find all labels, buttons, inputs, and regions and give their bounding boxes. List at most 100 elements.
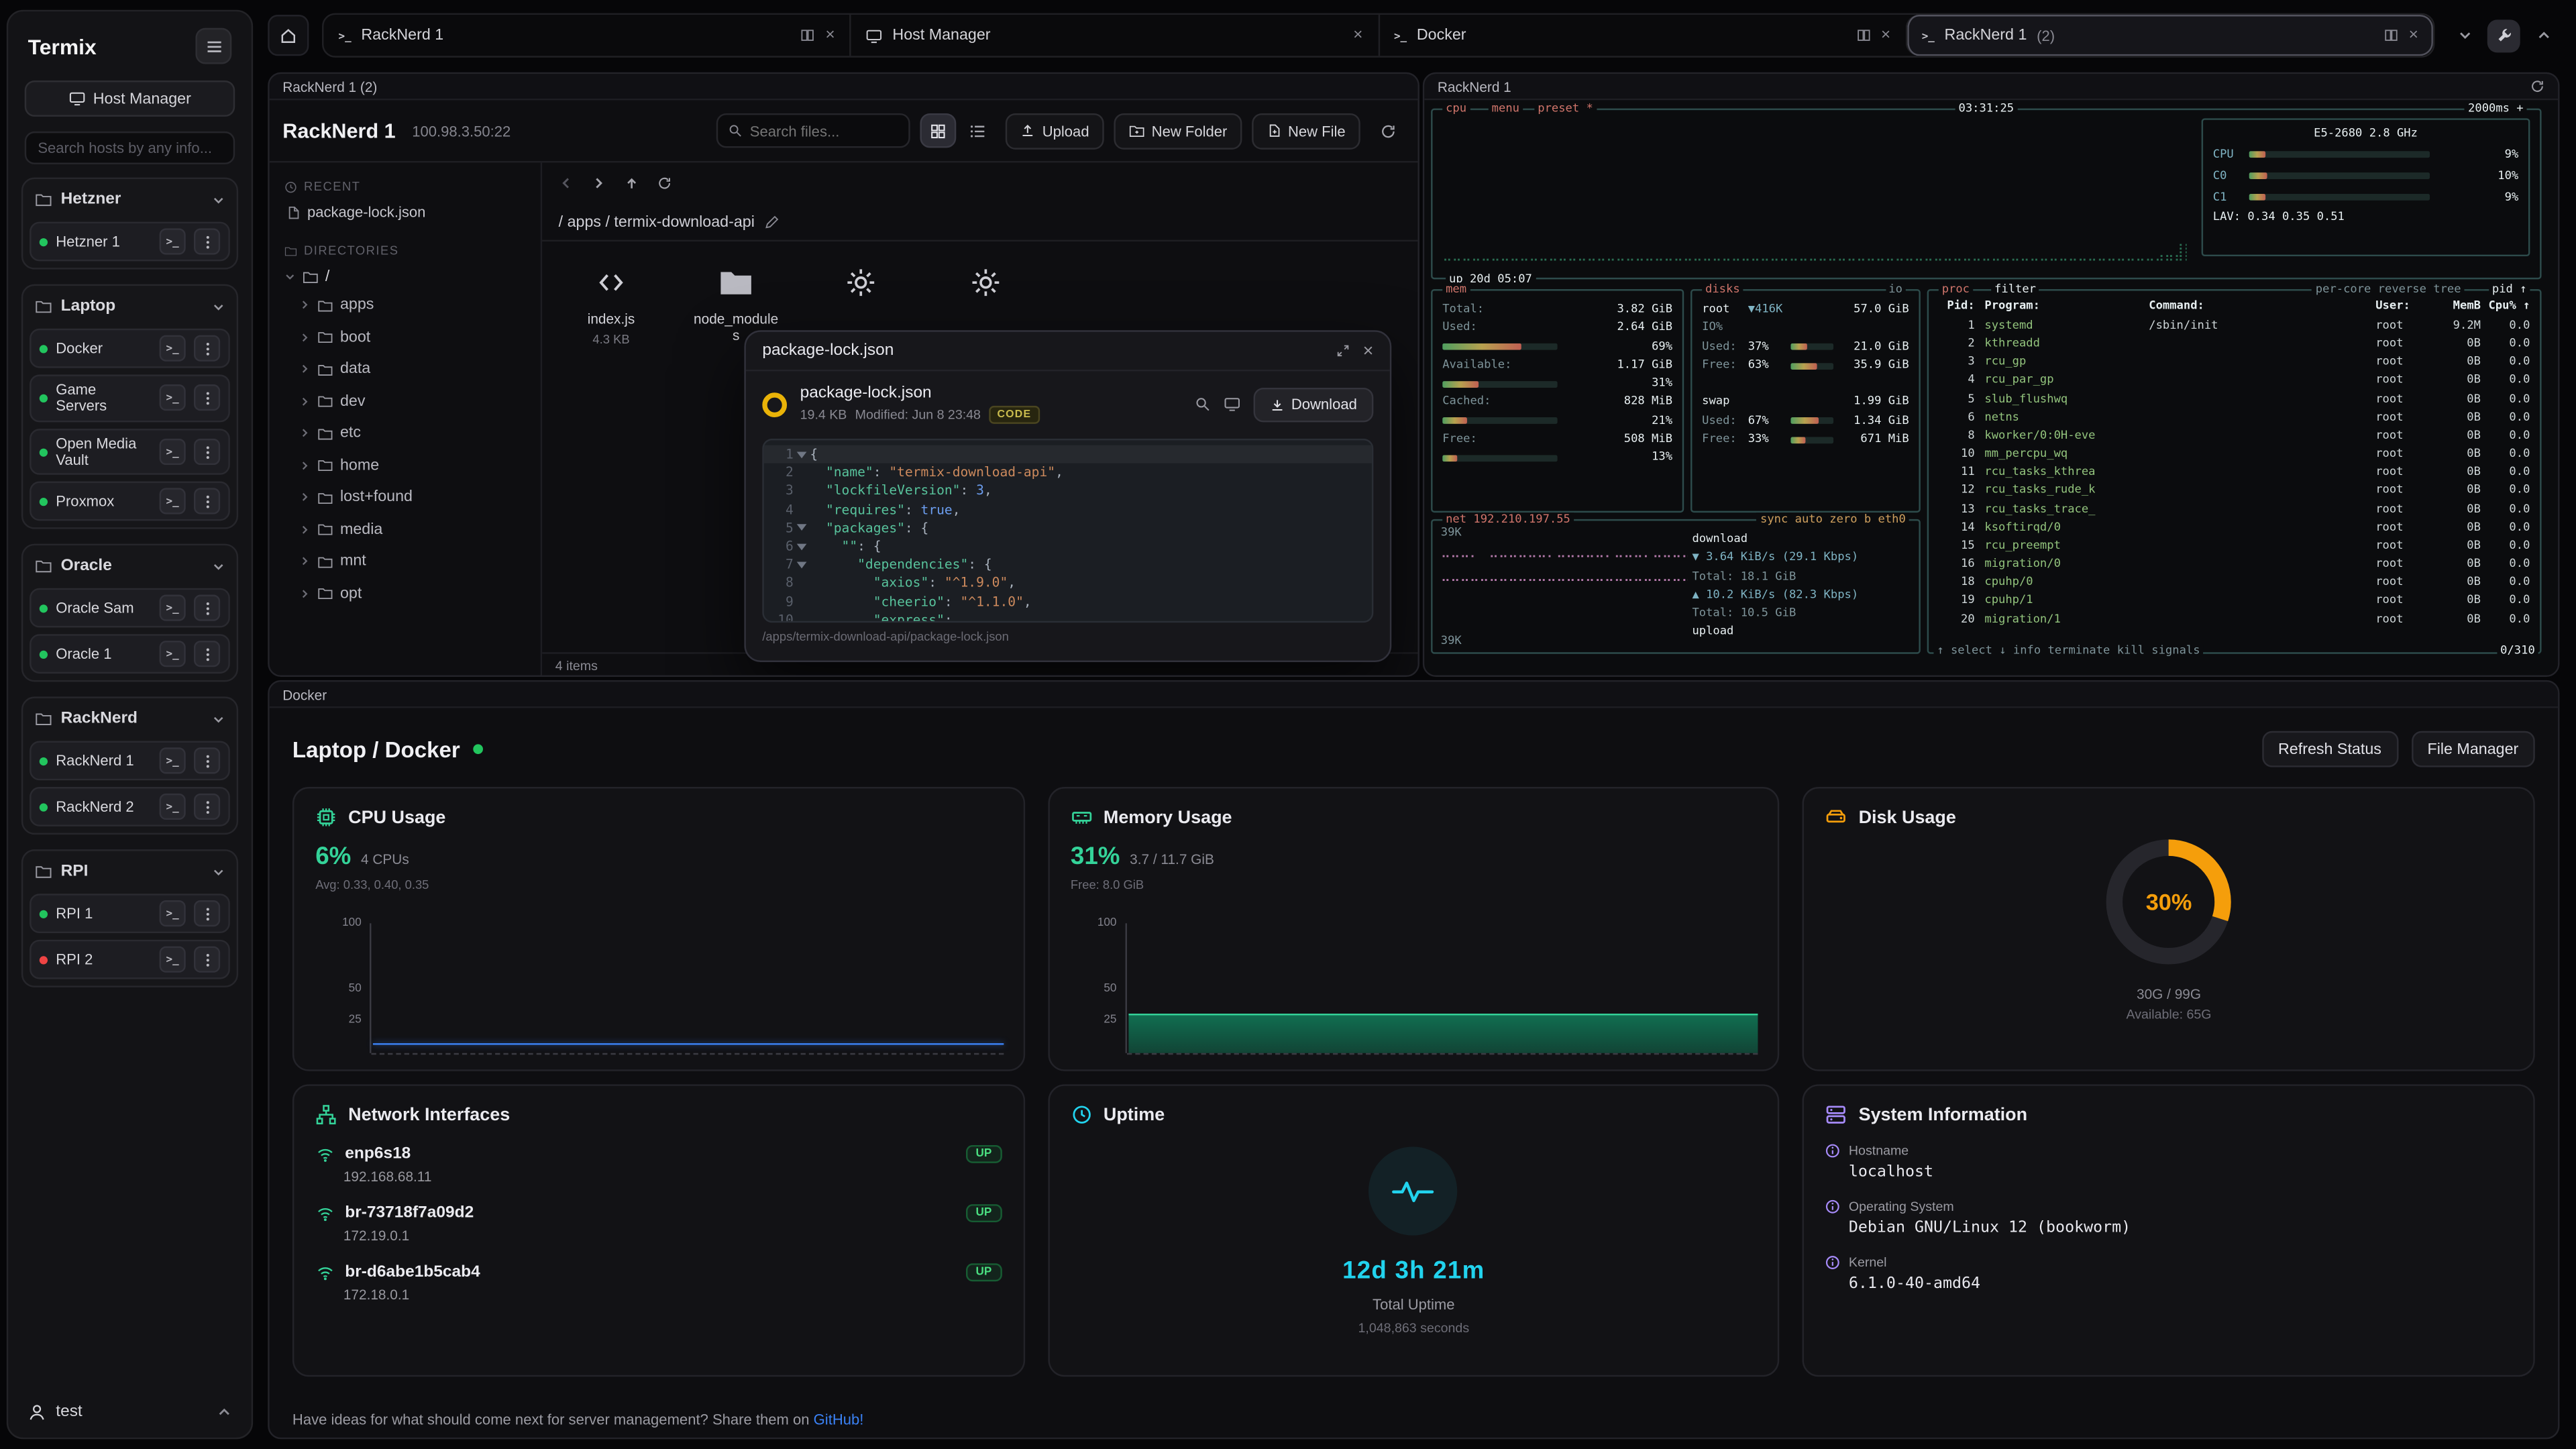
process-row[interactable]: 12rcu_tasks_rude_kroot0B0.0 (1929, 482, 2540, 500)
host-item[interactable]: Oracle 1 >_ (30, 635, 230, 674)
chevron-right-icon[interactable] (299, 524, 311, 535)
tab[interactable]: >_ RackNerd 1 × (323, 15, 849, 56)
host-menu-button[interactable] (194, 335, 220, 362)
tab[interactable]: Host Manager × (850, 15, 1378, 56)
connect-terminal-button[interactable]: >_ (160, 748, 186, 774)
host-item[interactable]: RPI 2 >_ (30, 941, 230, 980)
process-row[interactable]: 14ksoftirqd/0root0B0.0 (1929, 519, 2540, 537)
chevron-right-icon[interactable] (299, 460, 311, 471)
chevron-right-icon[interactable] (299, 427, 311, 439)
directory-item[interactable]: home (299, 449, 529, 482)
list-view-button[interactable] (960, 113, 996, 148)
group-header[interactable]: RackNerd (30, 706, 230, 735)
group-header[interactable]: Hetzner (30, 186, 230, 215)
process-row[interactable]: 2kthreaddroot0B0.0 (1929, 335, 2540, 354)
file-search[interactable] (717, 113, 911, 148)
host-search-input[interactable] (25, 131, 235, 164)
chevron-down-icon[interactable] (212, 300, 225, 313)
terminal-panel-header[interactable]: RackNerd 1 (1424, 74, 2558, 100)
preview-mode-button[interactable] (1224, 396, 1240, 412)
chevron-down-icon[interactable] (212, 193, 225, 207)
up-directory-button[interactable] (616, 168, 645, 198)
host-menu-button[interactable] (194, 385, 220, 411)
directory-item[interactable]: data (299, 354, 529, 386)
process-row[interactable]: 19cpuhp/1root0B0.0 (1929, 592, 2540, 610)
back-button[interactable] (550, 168, 580, 198)
file-grid-item[interactable] (943, 261, 1028, 304)
directory-item[interactable]: etc (299, 417, 529, 449)
process-row[interactable]: 5slub_flushwqroot0B0.0 (1929, 390, 2540, 409)
connect-terminal-button[interactable]: >_ (160, 901, 186, 927)
close-tab-icon[interactable]: × (1881, 27, 1890, 43)
terminal-screen[interactable]: cpu menu preset * 03:31:25 2000ms + ⠀⠀⠀⠀… (1424, 100, 2558, 675)
directory-item[interactable]: boot (299, 321, 529, 354)
host-item[interactable]: RackNerd 2 >_ (30, 788, 230, 827)
process-row[interactable]: 15rcu_preemptroot0B0.0 (1929, 537, 2540, 555)
chevron-right-icon[interactable] (299, 492, 311, 503)
refresh-files-button[interactable] (1370, 113, 1404, 148)
chevron-up-icon[interactable] (217, 1405, 231, 1419)
chevron-right-icon[interactable] (299, 299, 311, 311)
directory-item[interactable]: mnt (299, 545, 529, 578)
tab[interactable]: >_ RackNerd 1 (2) × (1905, 15, 2433, 56)
group-header[interactable]: Laptop (30, 292, 230, 322)
chevron-right-icon[interactable] (299, 364, 311, 375)
split-view-icon[interactable] (1856, 28, 1871, 43)
host-item[interactable]: Game Servers >_ (30, 374, 230, 421)
tools-button[interactable] (2487, 19, 2520, 52)
directory-item[interactable]: dev (299, 385, 529, 417)
expand-icon[interactable] (1335, 343, 1350, 358)
github-link[interactable]: GitHub! (814, 1411, 864, 1428)
search-in-file-button[interactable] (1194, 396, 1210, 412)
host-item[interactable]: Open Media Vault >_ (30, 428, 230, 475)
home-button[interactable] (268, 15, 309, 56)
host-menu-button[interactable] (194, 748, 220, 774)
process-row[interactable]: 6netnsroot0B0.0 (1929, 409, 2540, 427)
connect-terminal-button[interactable]: >_ (160, 439, 186, 465)
user-menu[interactable]: test (8, 1387, 251, 1438)
process-row[interactable]: 16migration/0root0B0.0 (1929, 555, 2540, 574)
directory-item[interactable]: apps (299, 289, 529, 321)
tab[interactable]: >_ Docker × (1377, 15, 1905, 56)
code-preview[interactable]: 1 { 2 "name": "termix-download-api", 3 "… (762, 439, 1373, 623)
host-menu-button[interactable] (194, 228, 220, 254)
close-tab-icon[interactable]: × (825, 27, 835, 43)
chevron-down-icon[interactable] (212, 713, 225, 727)
host-manager-button[interactable]: Host Manager (25, 80, 235, 117)
close-tab-icon[interactable]: × (1353, 27, 1362, 43)
host-menu-button[interactable] (194, 901, 220, 927)
file-panel-header[interactable]: RackNerd 1 (2) (270, 74, 1418, 100)
chevron-down-icon[interactable] (212, 865, 225, 879)
directory-item[interactable]: lost+found (299, 482, 529, 514)
chevron-right-icon[interactable] (299, 396, 311, 407)
process-row[interactable]: 11rcu_tasks_kthrearoot0B0.0 (1929, 464, 2540, 482)
connect-terminal-button[interactable]: >_ (160, 488, 186, 515)
connect-terminal-button[interactable]: >_ (160, 947, 186, 973)
chevron-down-icon[interactable] (284, 271, 296, 282)
process-row[interactable]: 20migration/1root0B0.0 (1929, 610, 2540, 629)
host-item[interactable]: Oracle Sam >_ (30, 589, 230, 629)
forward-button[interactable] (583, 168, 612, 198)
connect-terminal-button[interactable]: >_ (160, 794, 186, 820)
host-menu-button[interactable] (194, 947, 220, 973)
host-item[interactable]: Proxmox >_ (30, 482, 230, 521)
host-menu-button[interactable] (194, 794, 220, 820)
process-row[interactable]: 13rcu_tasks_trace_root0B0.0 (1929, 500, 2540, 519)
group-header[interactable]: Oracle (30, 553, 230, 582)
refresh-status-button[interactable]: Refresh Status (2262, 731, 2398, 767)
new-folder-button[interactable]: New Folder (1114, 113, 1242, 149)
host-menu-button[interactable] (194, 641, 220, 667)
file-search-input[interactable] (750, 122, 900, 138)
split-view-icon[interactable] (2384, 28, 2399, 43)
chevron-down-icon[interactable] (212, 560, 225, 574)
host-item[interactable]: RPI 1 >_ (30, 894, 230, 934)
close-icon[interactable]: × (1363, 341, 1374, 360)
tab-list-dropdown-button[interactable] (2448, 19, 2481, 52)
process-row[interactable]: 4rcu_par_gproot0B0.0 (1929, 372, 2540, 390)
docker-panel-header[interactable]: Docker (270, 682, 2558, 708)
directory-root[interactable]: / (281, 264, 529, 289)
chevron-right-icon[interactable] (299, 331, 311, 343)
host-item[interactable]: Docker >_ (30, 329, 230, 368)
host-item[interactable]: Hetzner 1 >_ (30, 222, 230, 262)
upload-button[interactable]: Upload (1006, 113, 1104, 149)
